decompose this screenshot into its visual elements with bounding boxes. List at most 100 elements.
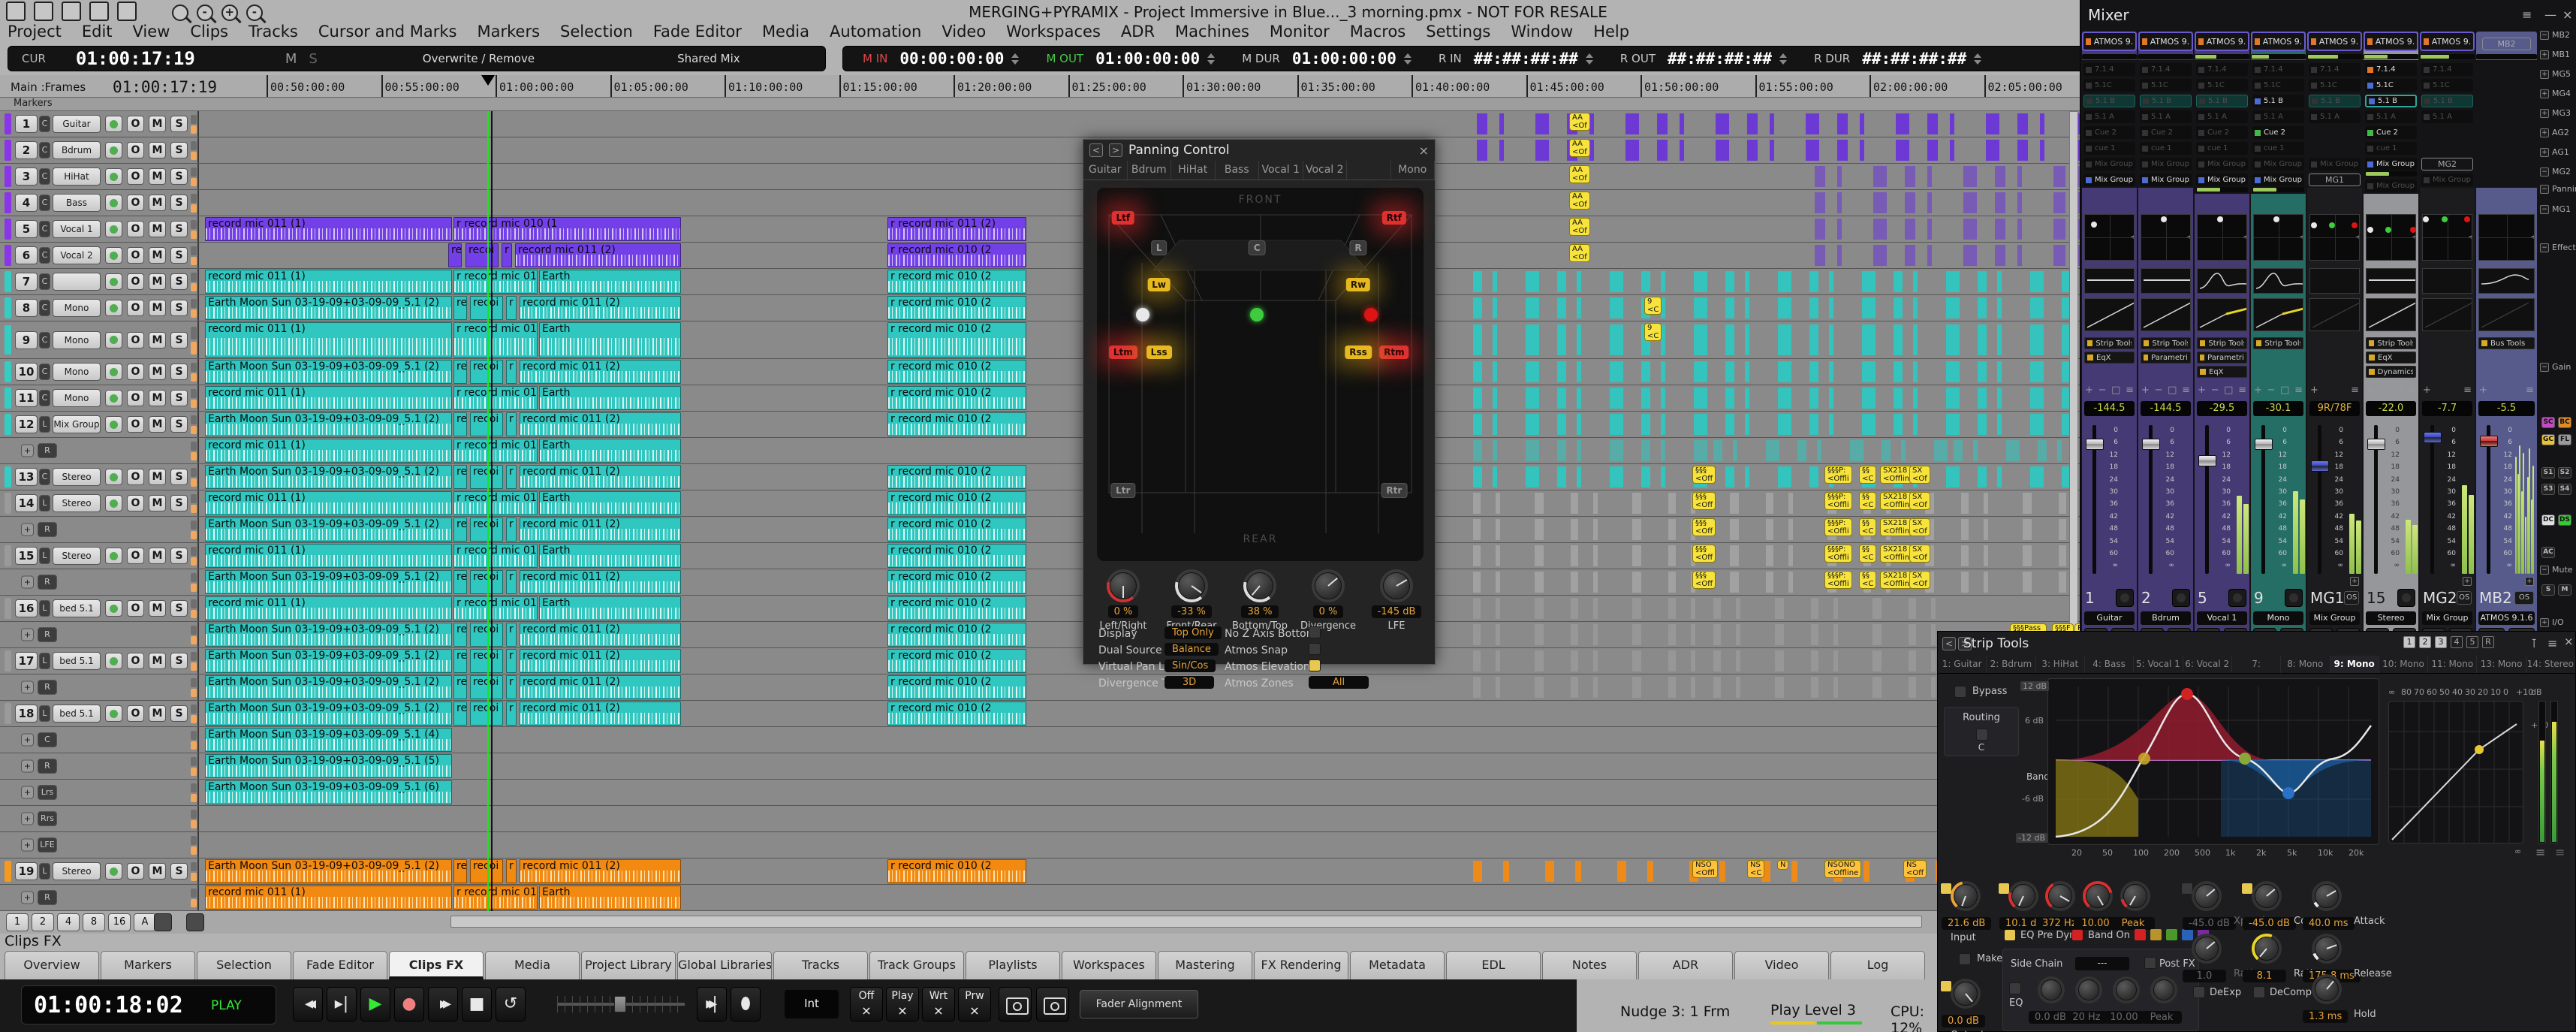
pan-3d-view[interactable]: FRONT REAR LtfRtfLtmRtmLwRwLssRssLCRLtrR… [1097, 188, 1424, 561]
audio-clip[interactable]: recoi [470, 859, 503, 883]
track-name[interactable]: Mix Group [53, 415, 101, 433]
track-record-ready[interactable] [105, 142, 122, 158]
pan-xy-pad[interactable]: ◂ [2366, 214, 2416, 261]
audio-clip[interactable]: record mic 011 (2) [520, 360, 681, 384]
eq-curve-thumbnail[interactable] [2084, 268, 2135, 294]
track-record-ready[interactable] [105, 863, 122, 880]
field-value-2[interactable]: 01:00:00:00 [1292, 50, 1396, 68]
automation-play-button[interactable]: Play× [886, 987, 919, 1021]
markers-row[interactable]: Markers [0, 98, 2080, 111]
bus-cell-MixGroup[interactable]: Mix Group [2309, 158, 2361, 170]
track-name[interactable]: bed 5.1 [53, 705, 101, 723]
audio-clip[interactable]: r [506, 465, 517, 489]
track-record-ready[interactable] [105, 247, 122, 264]
track-name[interactable]: Mono [53, 389, 101, 407]
rail-mute-button[interactable]: M [2558, 584, 2571, 596]
fx-button-−[interactable]: − [2267, 385, 2276, 396]
rail-section-toggle[interactable]: − [2540, 243, 2549, 252]
menu-video[interactable]: Video [942, 23, 986, 41]
audio-clip[interactable]: recorc [453, 296, 467, 320]
strip-record-button[interactable] [2397, 589, 2415, 607]
audio-clip[interactable]: Earth Moon Sun 03-19-09+03-09-09_5.1 (2) [205, 623, 452, 647]
tab-global-libraries[interactable]: Global Libraries [677, 951, 772, 979]
menu-window[interactable]: Window [1511, 23, 1573, 41]
fx-button-□[interactable]: □ [2280, 385, 2289, 396]
bus-cell-714[interactable]: 7.1.4 [2140, 63, 2192, 76]
audio-clip[interactable]: record mic 011 (1) [205, 270, 452, 294]
decomp-checkbox[interactable] [2253, 986, 2265, 998]
strip-name[interactable]: Mix Group [2309, 611, 2360, 625]
audio-clip[interactable]: recoi [470, 702, 503, 726]
track-solo-button[interactable]: S [170, 469, 188, 485]
fader-curve-thumbnail[interactable] [2141, 298, 2191, 331]
menu-tracks[interactable]: Tracks [249, 23, 298, 41]
tab-fx-rendering[interactable]: FX Rendering [1254, 951, 1348, 979]
clip-status-badge[interactable]: §§§P:<Offli [1824, 466, 1852, 484]
audio-clip[interactable]: recoi [470, 360, 503, 384]
menu-media[interactable]: Media [762, 23, 809, 41]
track-mute-button[interactable]: M [149, 364, 166, 380]
clip-status-badge[interactable]: §§<C [1859, 466, 1876, 484]
post-fx-checkbox[interactable] [2144, 957, 2156, 969]
rail-group-MG3[interactable]: +MG3 [2540, 108, 2571, 118]
clip-status-badge[interactable]: N [1777, 860, 1788, 870]
clip-status-badge[interactable]: 9<C [1644, 323, 1662, 341]
bus-cell-MixGroup[interactable]: Mix Group [2252, 158, 2304, 170]
bus-cell-cue1[interactable]: cue 1 [2083, 142, 2135, 155]
automation-off-button[interactable]: Off× [850, 987, 883, 1021]
audio-clip[interactable]: record mic 011 (1) [205, 217, 452, 241]
gain-display[interactable]: -30.1 [2253, 401, 2303, 416]
track-mute-button[interactable]: M [149, 390, 166, 406]
track-number[interactable]: 19 [15, 862, 38, 880]
audio-clip[interactable]: r record mic 011 (2) [887, 217, 1026, 241]
fader-curve-thumbnail[interactable] [2084, 298, 2135, 331]
sub-expand-button[interactable]: + [21, 681, 34, 694]
audio-clip[interactable]: Earth Moon Sun 03-19-09+03-09-09_5.1 (2) [205, 702, 452, 726]
bus-cell-51C[interactable]: 5.1C [2140, 79, 2192, 92]
audio-clip[interactable]: record mic 011 (2) [520, 623, 681, 647]
track-output-button[interactable]: O [127, 863, 144, 880]
audio-clip[interactable]: r record mic 010 (2 [887, 386, 1026, 410]
fx-button-+[interactable]: + [2310, 385, 2318, 396]
fx-button-+[interactable]: + [2423, 385, 2431, 396]
bus-cell-cue1[interactable]: cue 1 [2196, 142, 2248, 155]
track-channel-tag[interactable]: C [39, 364, 50, 380]
fader-slot[interactable] [2430, 425, 2434, 574]
fx-button-□[interactable]: □ [2168, 385, 2177, 396]
audio-clip[interactable]: r [506, 623, 517, 647]
audio-clip[interactable]: Earth [539, 439, 681, 463]
tab-adr[interactable]: ADR [1638, 951, 1733, 979]
tab-notes[interactable]: Notes [1542, 951, 1637, 979]
menu-machines[interactable]: Machines [1175, 23, 1249, 41]
bus-cell-cue1[interactable]: cue 1 [2365, 142, 2417, 155]
bus-cell-51B[interactable]: 5.1 B [2196, 95, 2248, 107]
track-record-ready[interactable] [105, 600, 122, 617]
track-output-button[interactable]: O [127, 195, 144, 211]
tab-tracks[interactable]: Tracks [773, 951, 868, 979]
pan-source-dot-1[interactable] [1250, 308, 1264, 321]
tab-track-groups[interactable]: Track Groups [869, 951, 964, 979]
rail-group-toggle[interactable]: + [2540, 89, 2549, 98]
track-number[interactable]: 5 [15, 220, 38, 238]
track-name[interactable]: bed 5.1 [53, 599, 101, 617]
track-channel-tag[interactable]: C [39, 247, 50, 264]
rail-button-S2[interactable]: S2 [2558, 467, 2571, 478]
bus-header[interactable]: ATMOS 9.1.6 [2138, 32, 2193, 51]
stop-button[interactable]: ■ [462, 987, 492, 1021]
track-name[interactable]: Vocal 1 [53, 220, 101, 238]
band-color-2[interactable] [2150, 929, 2162, 940]
track-mute-button[interactable]: M [149, 195, 166, 211]
audio-clip[interactable]: r record mic 010 (2 [887, 596, 1026, 620]
bus-cell-51C[interactable]: 5.1C [2365, 79, 2417, 92]
track-lane[interactable]: Earth Moon Sun 03-19-09+03-09-09_5.1 (2)… [200, 858, 2080, 884]
bus-cell-51C[interactable]: 5.1C [2083, 79, 2135, 92]
strip-number[interactable]: 15 [2367, 589, 2385, 607]
clip-status-badge[interactable]: NS<C [1747, 860, 1764, 878]
track-number[interactable]: 8 [15, 299, 38, 317]
speaker-Rtf[interactable]: Rtf [1382, 211, 1406, 225]
track-output-button[interactable]: O [127, 332, 144, 349]
audio-clip[interactable]: recorc [448, 243, 462, 267]
strip-record-button[interactable] [2172, 589, 2190, 607]
field-spinner-4[interactable] [1779, 53, 1787, 65]
jog-slider[interactable] [557, 996, 685, 1012]
